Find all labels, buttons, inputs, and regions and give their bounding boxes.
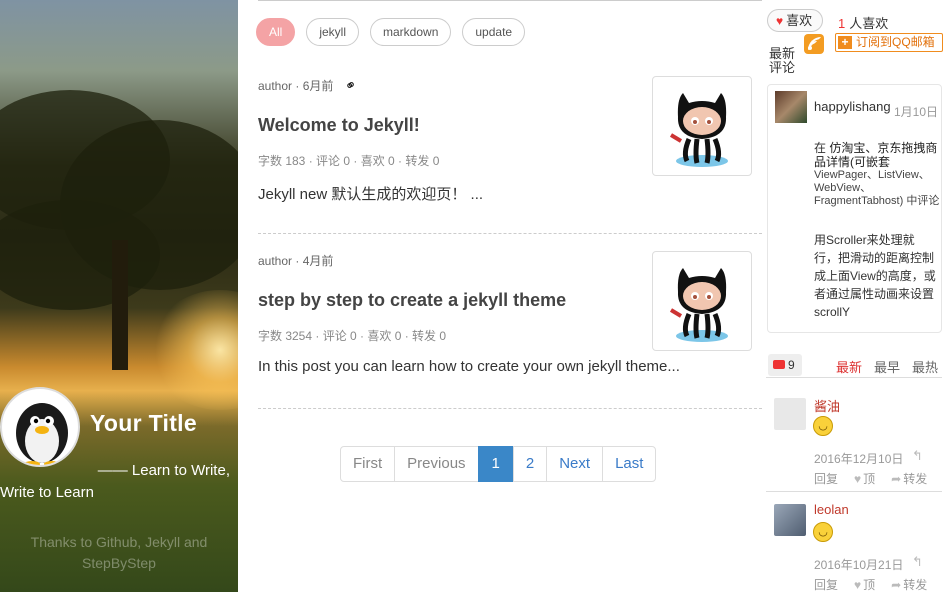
comment-author[interactable]: 酱油 [814,396,840,415]
share-button[interactable]: ➦ 转发 [891,576,927,593]
comment-item: 酱油 ◡ 2016年12月10日 ↰ 回复 ♥ 顶 ➦ 转发 [766,388,942,492]
tree-trunk [112,240,128,370]
comment-count-badge: 9 [768,354,802,376]
page-last[interactable]: Last [602,446,657,482]
like-label: 喜欢 [786,13,813,28]
post-item: author · 4月前 step by step to create a je… [258,176,762,409]
share-label: 转发 [903,578,928,592]
recent-comment-card: happylishang 1月10日 在 仿淘宝、京东拖拽商品详情(可嵌套 Vi… [767,84,942,333]
post-stats: 字数 3254 · 评论 0 · 喜欢 0 · 转发 0 [258,329,447,343]
like-count-number: 1 [838,16,846,31]
reply-arrow-icon[interactable]: ↰ [912,554,923,570]
post-meta: author · 4月前 [258,252,333,269]
page-1[interactable]: 1 [477,446,514,482]
smiley-emoji-icon: ◡ [813,416,833,436]
reply-arrow-icon[interactable]: ↰ [912,448,923,464]
latest-comments-heading: 最新评论 [769,46,796,75]
comment-context-suffix: ViewPager、ListView、WebView、FragmentTabho… [814,169,940,207]
like-count-suffix: 人喜欢 [849,16,889,31]
post-title[interactable]: step by step to create a jekyll theme [258,290,566,311]
avatar[interactable] [0,387,80,467]
comment-item: leolan ◡ 2016年10月21日 ↰ 回复 ♥ 顶 ➦ 转发 [766,494,942,598]
sidebar: ♥ 喜欢 1 人喜欢 最新评论 + 订阅到QQ邮箱 happylishang 1月10… [766,0,949,592]
octocat-icon [669,93,728,167]
tab-hottest[interactable]: 最热 [912,357,938,376]
avatar[interactable] [775,91,807,123]
comment-bubble-icon [773,360,785,369]
rss-icon[interactable] [804,34,824,54]
tab-oldest[interactable]: 最早 [874,357,900,376]
hero-credits: Thanks to Github, Jekyll and StepByStep [30,534,208,571]
comment-post-link[interactable]: 仿淘宝、京东拖拽商品详情(可嵌套 [814,141,937,169]
post-list: All jekyll markdown update author · 6月前 … [256,0,762,592]
comment-context-prefix: 在 [814,141,827,155]
page-2[interactable]: 2 [512,446,548,482]
site-tagline: —— Learn to Write, Write to Learn [0,460,236,504]
smiley-emoji-icon: ◡ [813,522,833,542]
tagline-line-1: —— Learn to Write, [97,462,230,479]
upvote-button[interactable]: ♥ 顶 [854,576,875,593]
upvote-button[interactable]: ♥ 顶 [854,470,875,487]
penguin-icon [16,403,68,465]
subscribe-label: 订阅到QQ邮箱 [856,35,935,49]
page-next[interactable]: Next [546,446,604,482]
comment-actions: 回复 ♥ 顶 ➦ 转发 [814,576,927,593]
comment-count: 9 [788,358,795,372]
comment-date: 2016年10月21日 [814,558,904,572]
comment-author[interactable]: leolan [814,502,849,517]
heart-icon: ♥ [776,14,784,28]
heart-icon: ♥ [854,472,862,486]
reply-button[interactable]: 回复 [814,576,838,593]
tagline-line-2: Write to Learn [0,484,94,501]
pagination: First Previous 1 2 Next Last [340,446,657,482]
like-button[interactable]: ♥ 喜欢 [767,9,823,32]
avatar[interactable] [774,504,806,536]
post-meta-text: author · 4月前 [258,254,334,268]
page-first[interactable]: First [340,446,396,482]
comment-actions: 回复 ♥ 顶 ➦ 转发 [814,470,927,487]
post-meta-text: author · 6月前 [258,79,334,93]
octocat-icon [669,268,728,342]
share-arrow-icon: ➦ [891,472,902,486]
avatar[interactable] [774,398,806,430]
comment-date: 2016年12月10日 [814,452,904,466]
like-count: 1 人喜欢 [838,13,888,32]
share-label: 转发 [903,472,928,486]
page-previous[interactable]: Previous [394,446,479,482]
reply-button[interactable]: 回复 [814,470,838,487]
post-thumbnail[interactable] [652,76,752,176]
share-arrow-icon: ➦ [891,578,902,592]
post-title[interactable]: Welcome to Jekyll! [258,115,420,136]
upvote-label: 顶 [863,472,876,486]
post-stats: 字数 183 · 评论 0 · 喜欢 0 · 转发 0 [258,154,440,168]
share-button[interactable]: ➦ 转发 [891,470,927,487]
hero-sun-glow [150,290,238,410]
link-icon[interactable]: ⚭ [341,75,360,96]
subscribe-qq-button[interactable]: + 订阅到QQ邮箱 [835,33,943,52]
plus-icon: + [838,36,852,49]
upvote-label: 顶 [863,578,876,592]
post-meta: author · 6月前 ⚭ [258,75,359,95]
comment-context: 在 仿淘宝、京东拖拽商品详情(可嵌套 ViewPager、ListView、We… [814,141,940,208]
comment-body: 用Scroller来处理就行，把滑动的距离控制成上面View的高度，或者通过属性… [814,233,936,319]
tab-newest[interactable]: 最新 [836,357,862,376]
comment-sort-tabs: 最新 最早 最热 [836,357,938,376]
heart-icon: ♥ [854,578,862,592]
hero-panel: Your Title —— Learn to Write, Write to L… [0,0,238,592]
site-title[interactable]: Your Title [90,410,197,437]
post-excerpt: In this post you can learn how to create… [258,358,680,375]
comments-header: 9 最新 最早 最热 [766,352,942,378]
post-thumbnail[interactable] [652,251,752,351]
comment-date: 1月10日 [894,105,939,119]
